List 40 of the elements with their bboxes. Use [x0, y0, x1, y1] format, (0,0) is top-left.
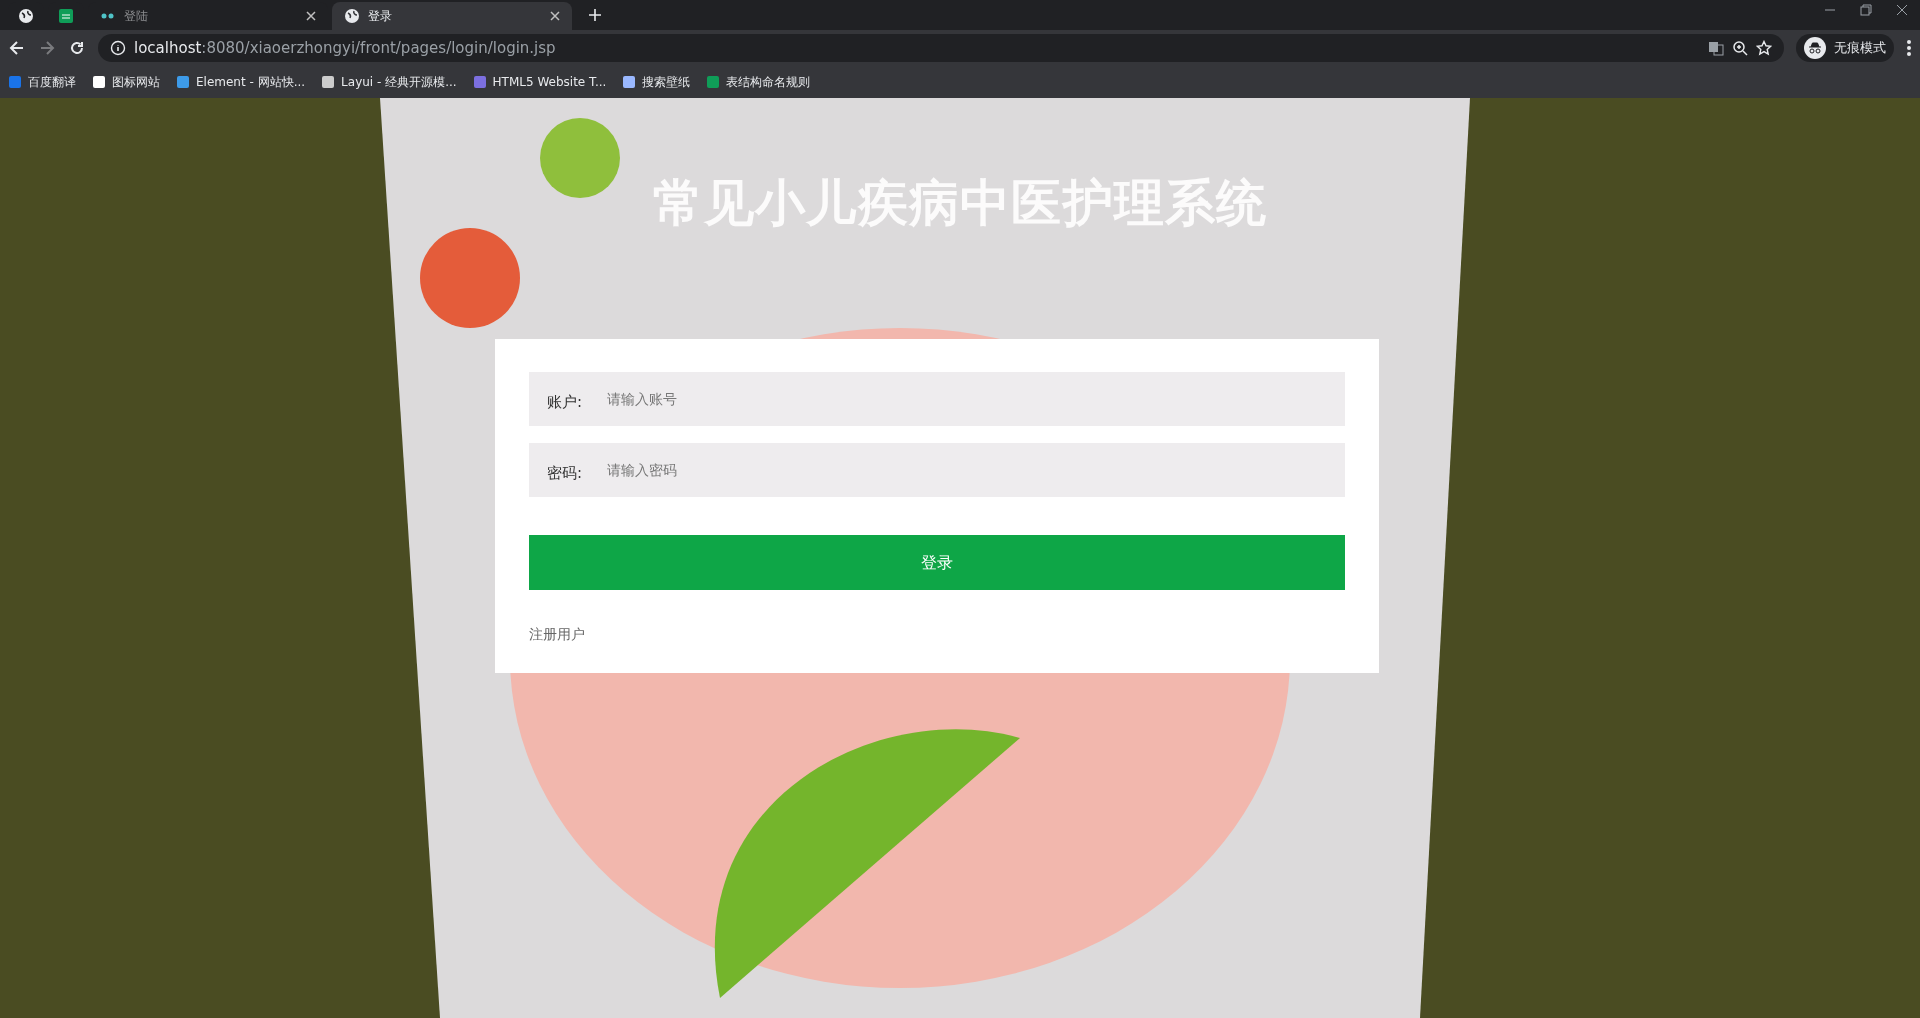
star-icon[interactable]: [1756, 40, 1772, 56]
new-tab-icon[interactable]: [588, 8, 602, 22]
back-icon[interactable]: [8, 39, 26, 57]
bookmark[interactable]: 图标网站: [92, 73, 160, 91]
incognito-icon: [1804, 37, 1826, 59]
field-label: 账户:: [547, 392, 583, 413]
zoom-icon[interactable]: [1732, 40, 1748, 56]
restore-icon[interactable]: [1860, 4, 1872, 16]
bookmark[interactable]: HTML5 Website T...: [472, 73, 607, 91]
globe-icon: [344, 8, 360, 24]
close-icon[interactable]: [1896, 4, 1908, 16]
close-icon[interactable]: [550, 11, 560, 21]
bookmark[interactable]: Layui - 经典开源模...: [321, 73, 457, 91]
bookmark[interactable]: Element - 网站快...: [176, 73, 306, 91]
tab-title: 登陆: [124, 8, 149, 25]
bookmark-icon: [8, 75, 22, 89]
profile-button[interactable]: 无痕模式: [1796, 34, 1894, 62]
bookmark[interactable]: 百度翻译: [8, 73, 76, 91]
browser-tab[interactable]: 登录: [332, 2, 572, 30]
url-text: localhost:8080/xiaoerzhongyi/front/pages/login/login.jsp: [134, 37, 556, 59]
register-link[interactable]: 注册用户: [529, 624, 585, 645]
reload-icon[interactable]: [68, 39, 86, 57]
bookmark-icon: [321, 75, 336, 89]
bookmark-icon: [176, 75, 190, 89]
tab-title: 登录: [368, 8, 393, 25]
translate-icon[interactable]: [1708, 40, 1724, 56]
menu-icon[interactable]: [1906, 39, 1912, 57]
info-icon[interactable]: [110, 40, 126, 56]
bookmark-icon: [706, 75, 721, 89]
forward-icon[interactable]: [38, 39, 56, 57]
sheet-icon: [58, 8, 74, 24]
bookmark-icon: [472, 75, 487, 89]
bookmark[interactable]: 表结构命名规则: [706, 73, 811, 91]
bookmark-icon: [622, 75, 637, 89]
globe-icon: [18, 8, 34, 24]
address-bar[interactable]: localhost:8080/xiaoerzhongyi/front/pages/login/login.jsp: [98, 34, 1784, 62]
bookmark[interactable]: 搜索壁纸: [622, 73, 691, 91]
field-label: 密码:: [547, 463, 583, 484]
bookmark-icon: [92, 75, 106, 89]
close-icon[interactable]: [306, 11, 316, 21]
